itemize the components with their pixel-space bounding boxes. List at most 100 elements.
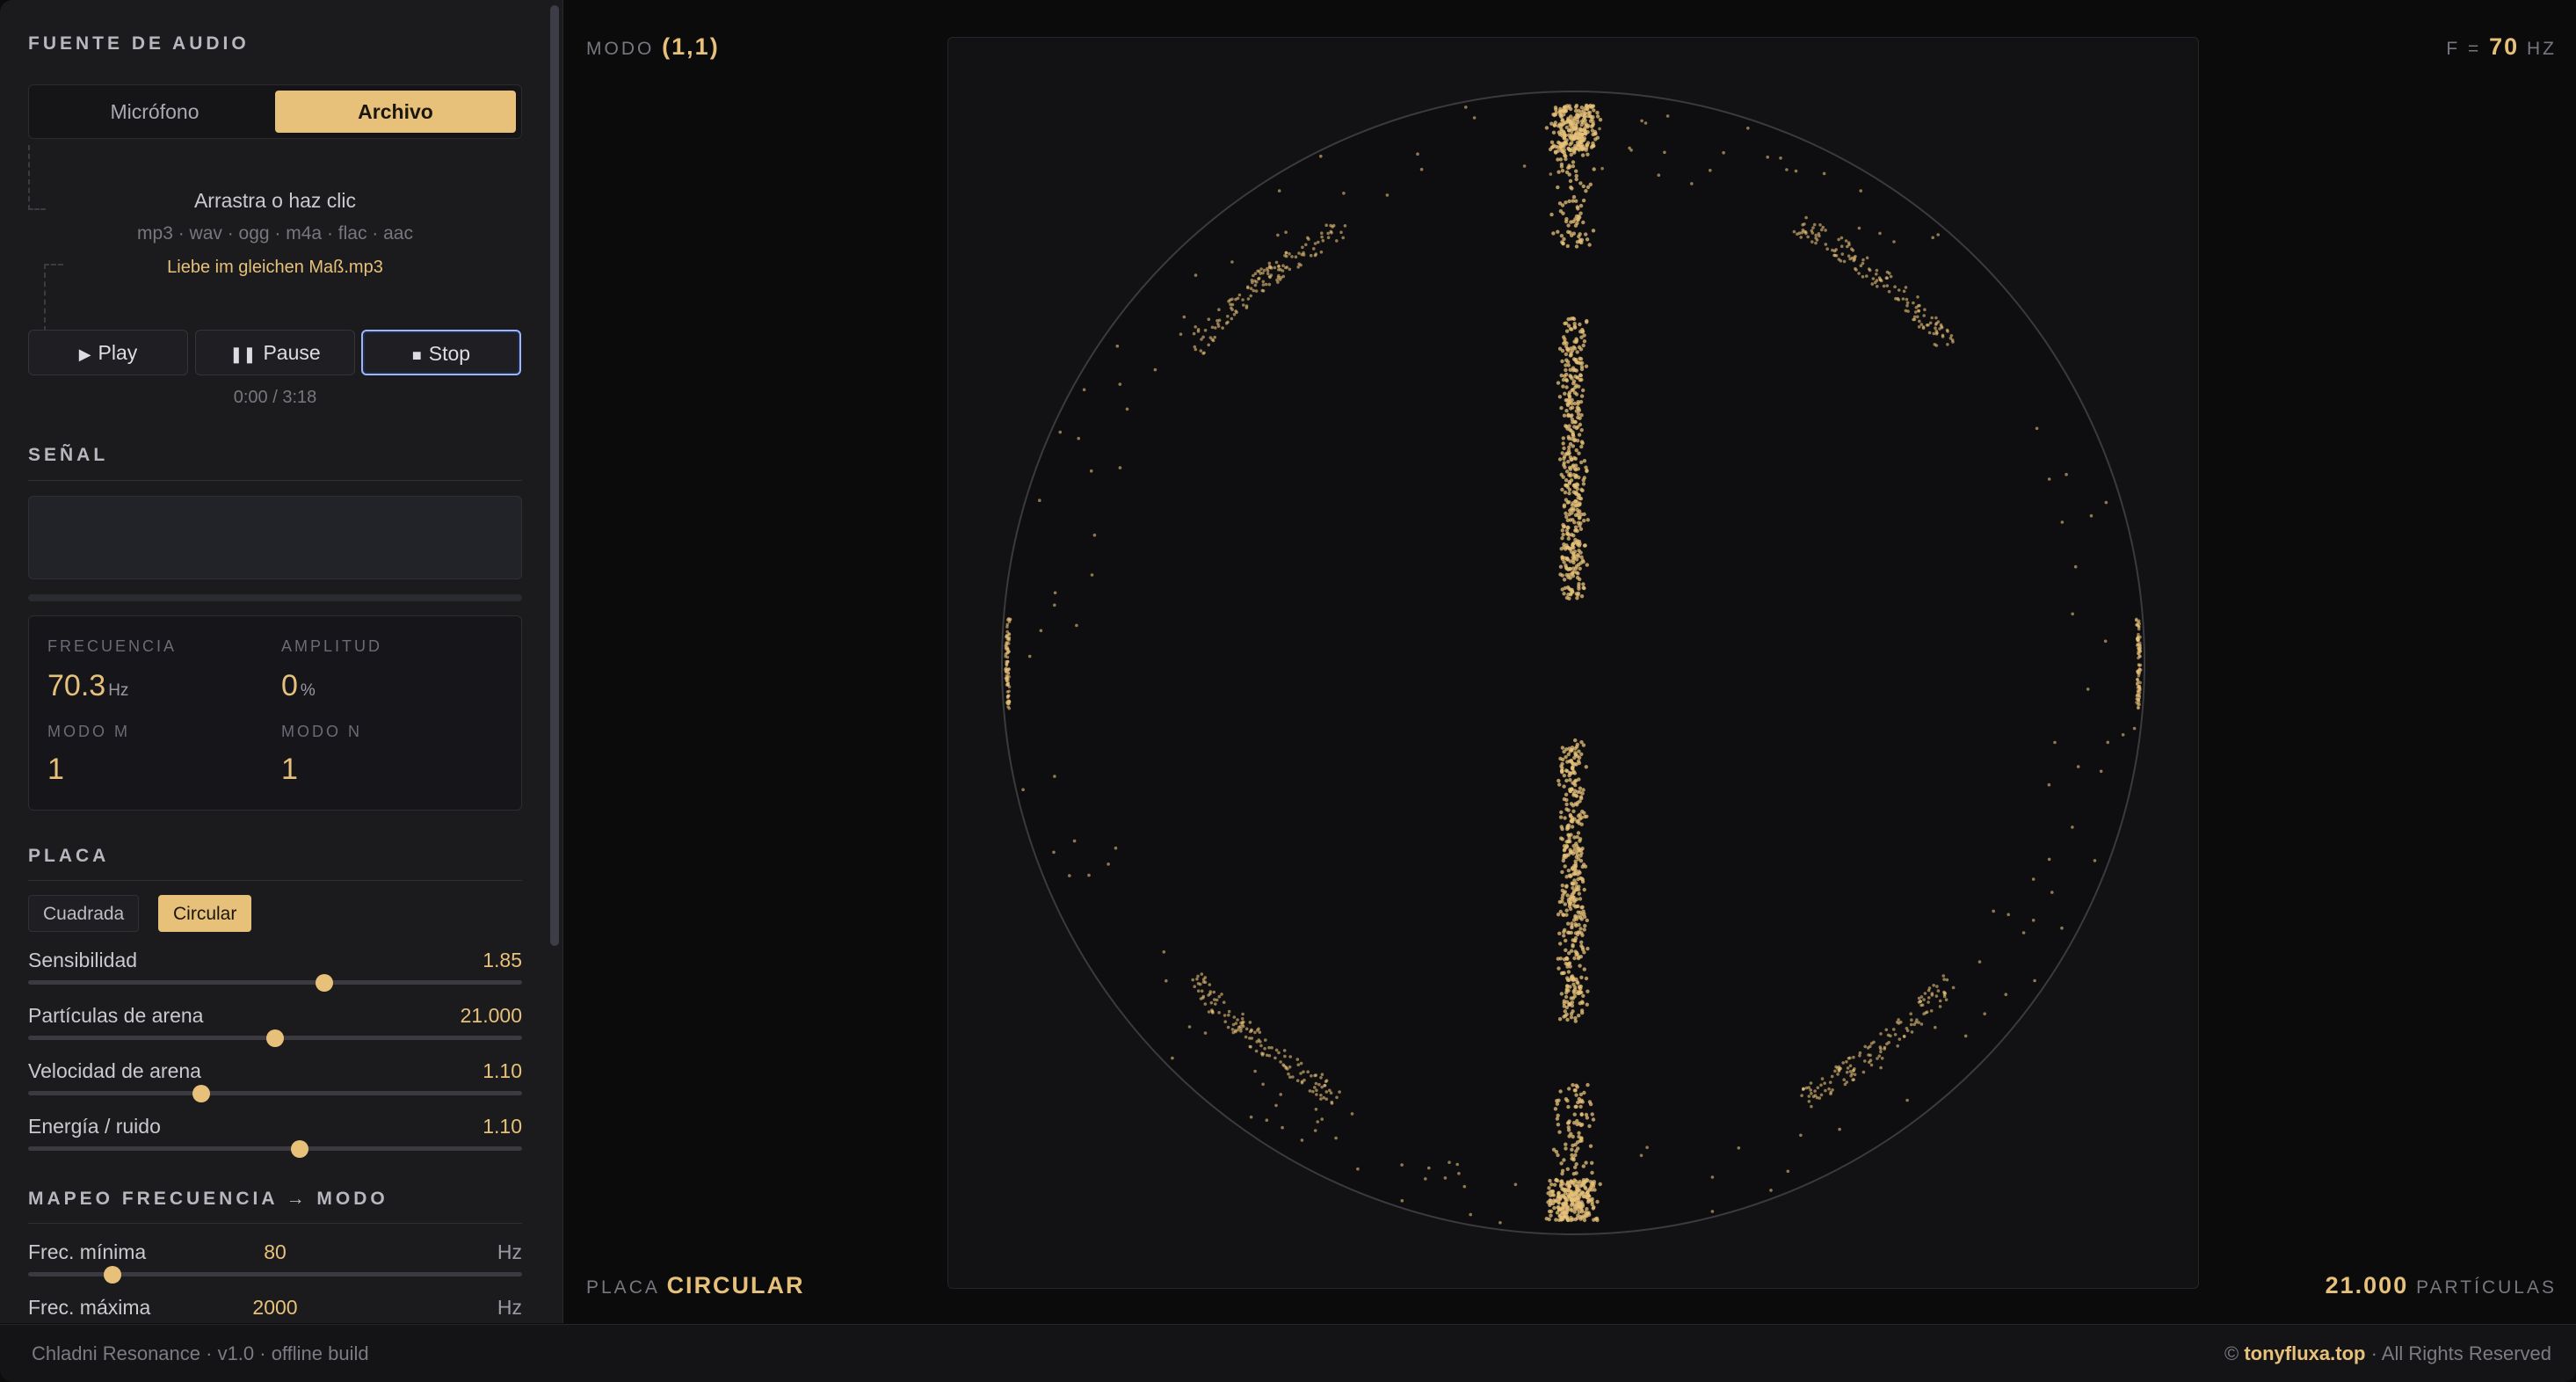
sand-grain [1556,1153,1560,1158]
slider-track[interactable] [28,1146,522,1151]
sand-grain [1267,282,1272,287]
sand-grain [1242,303,1245,307]
sand-grain [1567,836,1571,840]
sand-grain [1766,155,1769,159]
sand-particles-slider[interactable]: Partículas de arena 21.000 [28,1004,522,1057]
sand-grain [1572,847,1577,852]
sand-speed-slider[interactable]: Velocidad de arena 1.10 [28,1059,522,1112]
sand-grain [1557,1213,1563,1218]
slider-track[interactable] [28,1091,522,1095]
sand-grain [1255,280,1259,284]
sand-grain [1299,1072,1303,1075]
sand-grain [1277,1051,1281,1055]
chladni-plate[interactable] [947,37,2199,1289]
sand-grain [1564,747,1569,752]
sand-grain [2103,639,2108,644]
slider-handle[interactable] [266,1029,284,1047]
sand-grain [1577,516,1582,520]
app-window: FUENTE DE AUDIO Micrófono Archivo Arrast… [0,0,2576,1382]
sand-grain [1556,956,1560,961]
sand-grain [1845,1060,1848,1064]
tab-file[interactable]: Archivo [275,91,516,133]
slider-track[interactable] [28,1272,522,1277]
sand-grain [1820,1077,1825,1080]
sand-grain [1575,1140,1580,1145]
sand-grain [1234,309,1237,313]
sand-grain [1544,1217,1549,1221]
sand-grain [1576,1146,1580,1151]
max-frequency-slider[interactable]: Frec. máxima 2000 Hz [28,1296,522,1323]
tab-microphone[interactable]: Micrófono [34,91,275,133]
sand-grain [1006,671,1010,674]
sand-grain [1572,1112,1577,1117]
sand-grain [1576,930,1580,935]
stop-button[interactable]: ■ Stop [361,330,521,375]
sand-grain [1578,322,1582,327]
sand-grain [1574,338,1579,343]
sand-grain [1934,316,1938,320]
sand-grain [1941,335,1945,338]
sand-grain [1567,397,1571,402]
sand-grain [1581,788,1586,792]
sand-grain [1861,261,1865,265]
pause-button[interactable]: ❚❚ Pause [195,330,355,375]
sand-grain [1571,590,1575,594]
slider-track[interactable] [28,980,522,985]
sand-grain [1807,1100,1811,1103]
sand-grain [1575,221,1579,226]
slider-handle[interactable] [103,1266,121,1284]
sand-grain [1938,999,1942,1003]
sand-grain [1563,816,1567,820]
energy-noise-slider[interactable]: Energía / ruido 1.10 [28,1115,522,1167]
sand-grain [1875,273,1878,276]
sand-grain [1564,1146,1568,1151]
slider-handle[interactable] [192,1085,210,1102]
slider-handle[interactable] [316,974,334,992]
sand-grain [1927,996,1931,1000]
slider-value: 1.10 [483,1059,522,1082]
sand-grain [1574,592,1578,596]
sand-grain [1559,992,1564,996]
sand-grain [1522,164,1527,168]
brand-link[interactable]: tonyfluxa.top [2244,1342,2365,1364]
sand-grain [1195,977,1199,981]
sidebar-scrollbar[interactable] [550,5,559,946]
sand-grain [1007,632,1012,636]
slider-handle[interactable] [291,1140,309,1158]
sand-grain [1335,1095,1339,1100]
sand-grain [1270,1046,1273,1050]
sand-grain [1288,267,1292,272]
sand-grain [1574,917,1579,921]
sand-grain [1572,325,1578,330]
min-frequency-slider[interactable]: Frec. mínima 80 Hz [28,1240,522,1293]
sand-grain [1092,533,1097,537]
sand-grain [1555,1102,1560,1106]
sand-grain [1799,236,1803,239]
plate-square-button[interactable]: Cuadrada [28,895,140,932]
sand-grain [1567,759,1572,764]
sand-grain [1710,1175,1715,1179]
slider-label: Energía / ruido [28,1115,161,1138]
sand-grain [1564,329,1570,333]
sand-grain [1598,118,1603,122]
sensitivity-slider[interactable]: Sensibilidad 1.85 [28,949,522,1001]
file-drop-zone[interactable]: Arrastra o haz clic mp3 · wav · ogg · m4… [28,145,522,331]
sand-grain [1568,135,1572,140]
sand-grain [1904,286,1908,289]
sand-grain [1565,1218,1571,1223]
sand-grain [1853,1073,1857,1077]
sand-grain [1571,791,1577,796]
sand-grain [1586,989,1590,993]
sand-grain [1850,247,1854,251]
sand-grain [1919,995,1924,999]
sand-grain [1575,979,1579,985]
sand-grain [1557,201,1563,206]
sand-grain [1215,319,1219,323]
plate-circular-button[interactable]: Circular [158,895,252,932]
sand-grain [1324,1090,1329,1094]
sand-grain [1574,448,1578,453]
frequency-readout: F = 70 HZ [2446,33,2557,60]
play-button[interactable]: ▶ Play [28,330,188,375]
sand-grain [1279,1060,1282,1064]
sand-grain [1579,1098,1584,1103]
